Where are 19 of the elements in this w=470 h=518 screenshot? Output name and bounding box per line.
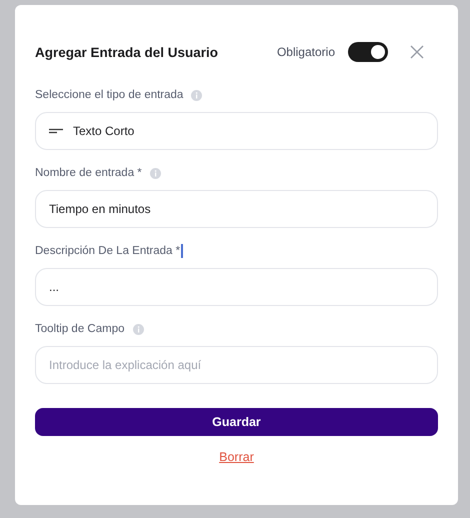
field-label: Nombre de entrada * [35, 167, 142, 179]
info-icon[interactable] [132, 324, 144, 334]
short-text-icon [49, 128, 63, 134]
required-toggle[interactable] [348, 42, 388, 62]
input-field[interactable]: Introduce la explicación aquí [35, 346, 438, 384]
clear-link[interactable]: Borrar [219, 450, 254, 464]
field-label: Descripción De La Entrada * [35, 245, 180, 257]
input-field[interactable]: ... [35, 268, 438, 306]
close-button[interactable] [410, 45, 424, 59]
input-field[interactable]: Tiempo en minutos [35, 190, 438, 228]
field-label: Tooltip de Campo [35, 323, 124, 335]
info-icon[interactable] [191, 90, 202, 100]
field-label: Seleccione el tipo de entrada [35, 89, 184, 101]
toggle-label: Obligatorio [276, 45, 335, 59]
type-select[interactable]: Texto Corto [35, 112, 438, 150]
dialog-title: Agregar Entrada del Usuario [35, 44, 220, 60]
save-button[interactable]: Guardar [35, 408, 438, 436]
info-icon[interactable] [150, 168, 161, 178]
close-icon [410, 45, 424, 59]
